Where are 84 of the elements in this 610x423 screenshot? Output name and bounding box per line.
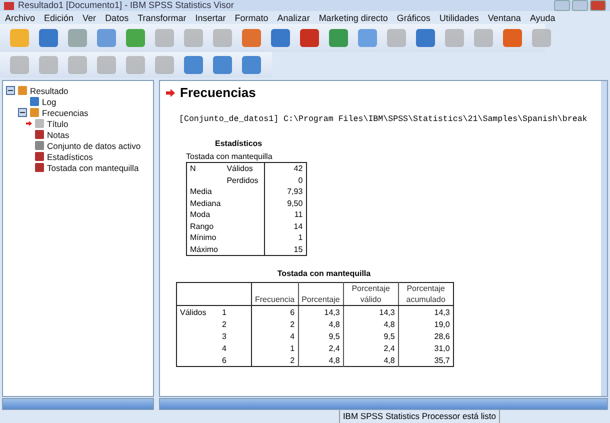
table-cell: 31,0	[434, 344, 450, 352]
table-cell: 4	[290, 332, 295, 340]
column-header: Frecuencia	[255, 295, 295, 304]
table-cell: 9,5	[384, 332, 395, 340]
table-cell: 15	[294, 244, 303, 254]
collapse-icon[interactable]	[18, 108, 27, 117]
table-cell: 0	[298, 176, 303, 185]
table-title: Tostada con mantequilla	[276, 269, 372, 279]
row-label: Media	[190, 187, 212, 196]
table-cell: 6	[290, 308, 295, 316]
table-cell: 1	[290, 344, 295, 352]
menu-item[interactable]: Ventana	[488, 12, 521, 24]
table-cell: 4,8	[384, 356, 395, 364]
row-label: N	[190, 164, 196, 174]
row-label: Máximo	[190, 244, 218, 254]
row-label: Perdidos	[226, 176, 258, 185]
outline-item[interactable]: Notas	[47, 130, 70, 140]
table-cell: 2,4	[328, 344, 340, 352]
horizontal-scrollbar[interactable]	[159, 398, 608, 410]
menu-item[interactable]: Analizar	[277, 12, 310, 24]
row-label: Mediana	[190, 198, 221, 208]
row-label: Moda	[190, 210, 210, 220]
table-cell: 9,50	[287, 198, 303, 208]
table-cell: 2,4	[384, 344, 395, 352]
table-cell: 14,3	[379, 308, 395, 316]
outline-item[interactable]: Tostada con mantequilla	[47, 162, 139, 172]
menu-item[interactable]: Datos	[105, 12, 129, 24]
table-cell: 35,7	[434, 356, 450, 364]
menu-item[interactable]: Utilidades	[439, 12, 479, 24]
table-cell: 9,5	[328, 332, 340, 340]
minimize-button[interactable]	[554, 0, 570, 11]
table-cell: 14,3	[434, 308, 450, 316]
close-button[interactable]	[590, 0, 606, 11]
menu-item[interactable]: Insertar	[195, 12, 226, 24]
row-label: Mínimo	[190, 233, 216, 242]
row-label: 1	[222, 308, 226, 316]
menu-item[interactable]: Marketing directo	[318, 12, 388, 24]
table-cell: 14	[294, 222, 303, 231]
maximize-button[interactable]	[572, 0, 588, 11]
menu-item[interactable]: Gráficos	[396, 12, 430, 24]
column-header: Porcentaje válido	[352, 284, 390, 304]
window-title: Resultado1 [Documento1] - IBM SPSS Statistics Visor	[18, 0, 234, 11]
vertical-scrollbar[interactable]	[601, 81, 607, 396]
status-message: IBM SPSS Statistics Processor está listo	[338, 410, 500, 423]
table-cell: 4,8	[328, 320, 340, 328]
column-header: Porcentaje acumulado	[406, 284, 446, 304]
row-label: Válidos	[180, 308, 206, 316]
table-cell: 7,93	[287, 187, 303, 196]
column-header: Porcentaje	[302, 295, 340, 304]
table-cell: 1	[298, 233, 303, 242]
outline-item[interactable]: Conjunto de datos activo	[47, 140, 141, 150]
table-cell: 2	[290, 356, 295, 364]
section-heading: Frecuencias	[180, 85, 256, 101]
table-cell: 4,8	[328, 356, 340, 364]
row-label: 2	[222, 320, 226, 328]
row-label: 3	[222, 332, 226, 340]
table-cell: 28,6	[434, 332, 450, 340]
menu-item[interactable]: Ver	[82, 12, 96, 24]
menu-item[interactable]: Transformar	[138, 12, 186, 24]
horizontal-scrollbar[interactable]	[2, 398, 154, 410]
menu-item[interactable]: Formato	[234, 12, 268, 24]
collapse-icon[interactable]	[6, 86, 15, 95]
table-cell: 11	[294, 210, 303, 220]
menu-item[interactable]: Edición	[44, 12, 74, 24]
table-title: Estadísticos	[215, 139, 264, 149]
table-cell: 14,3	[324, 308, 340, 316]
row-label: 6	[222, 356, 226, 364]
row-label: 4	[222, 344, 226, 352]
menu-item[interactable]: Ayuda	[530, 12, 556, 24]
outline-item[interactable]: Estadísticos	[47, 152, 93, 162]
menu-item[interactable]: Archivo	[5, 12, 36, 24]
outline-item[interactable]: Resultado	[30, 86, 68, 96]
table-cell: 2	[290, 320, 295, 328]
app-icon	[4, 2, 14, 10]
outline-item[interactable]: Frecuencias	[42, 108, 88, 118]
table-cell: 42	[294, 164, 303, 174]
row-label: Rango	[190, 222, 214, 231]
outline-item[interactable]: Log	[42, 96, 56, 106]
table-cell: 19,0	[434, 320, 450, 328]
row-label: Válidos	[226, 164, 253, 174]
table-caption: Tostada con mantequilla	[186, 152, 274, 162]
table-cell: 4,8	[384, 320, 395, 328]
command-text: [Conjunto_de_datos1] C:\Program Files\IBM\SPSS\Statistics\21\Samples\Spanish\break	[179, 115, 588, 125]
outline-item[interactable]: Título	[47, 118, 68, 128]
